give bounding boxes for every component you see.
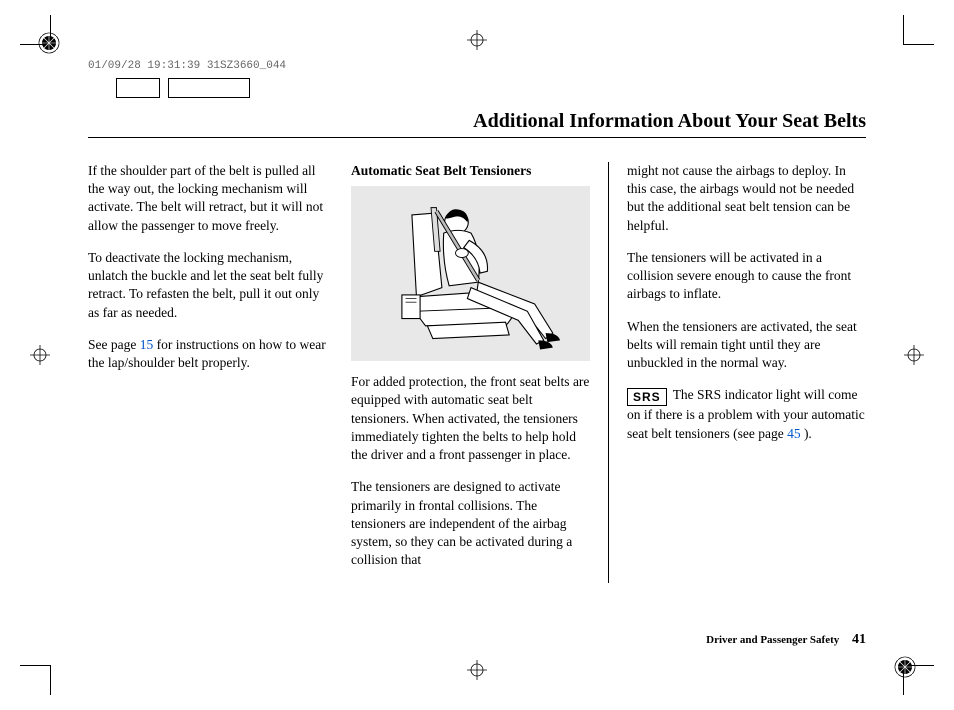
body-text: When the tensioners are activated, the s… <box>627 318 866 373</box>
body-text: For added protection, the front seat bel… <box>351 373 590 464</box>
text-run: See page <box>88 337 140 352</box>
column-divider <box>608 162 609 583</box>
header-box-small <box>116 78 160 98</box>
body-text: To deactivate the locking mechanism, unl… <box>88 249 327 322</box>
body-text: SRSThe SRS indicator light will come on … <box>627 386 866 443</box>
registration-mark-icon <box>467 660 487 680</box>
content-columns: If the shoulder part of the belt is pull… <box>88 162 866 583</box>
body-text: The tensioners are designed to activate … <box>351 478 590 569</box>
footer-section: Driver and Passenger Safety <box>706 634 839 646</box>
registration-mark-icon <box>904 345 924 365</box>
crop-mark <box>50 665 51 695</box>
header-boxes <box>116 78 866 98</box>
body-text: If the shoulder part of the belt is pull… <box>88 162 327 235</box>
print-star-icon <box>894 656 916 678</box>
column-3: might not cause the airbags to deploy. I… <box>627 162 866 583</box>
column-2: Automatic Seat Belt Tensioners <box>351 162 590 583</box>
crop-mark <box>903 15 904 45</box>
body-text: might not cause the airbags to deploy. I… <box>627 162 866 235</box>
body-text: See page 15 for instructions on how to w… <box>88 336 327 372</box>
page-title: Additional Information About Your Seat B… <box>88 110 866 133</box>
srs-indicator-icon: SRS <box>627 388 667 406</box>
print-star-icon <box>38 32 60 54</box>
timestamp: 01/09/28 19:31:39 31SZ3660_044 <box>88 60 866 72</box>
page-link[interactable]: 15 <box>140 337 154 352</box>
column-1: If the shoulder part of the belt is pull… <box>88 162 327 583</box>
registration-mark-icon <box>30 345 50 365</box>
crop-mark <box>20 665 50 666</box>
title-rule <box>88 137 866 138</box>
header-box-large <box>168 78 250 98</box>
footer-page-number: 41 <box>852 632 866 647</box>
page-footer: Driver and Passenger Safety 41 <box>706 632 866 648</box>
seatbelt-illustration-icon <box>371 194 571 354</box>
registration-mark-icon <box>467 30 487 50</box>
body-text: The tensioners will be activated in a co… <box>627 249 866 304</box>
text-run: ). <box>801 426 812 441</box>
crop-mark <box>904 44 934 45</box>
page-link[interactable]: 45 <box>787 426 801 441</box>
subheading: Automatic Seat Belt Tensioners <box>351 162 590 180</box>
seatbelt-figure <box>351 186 590 361</box>
